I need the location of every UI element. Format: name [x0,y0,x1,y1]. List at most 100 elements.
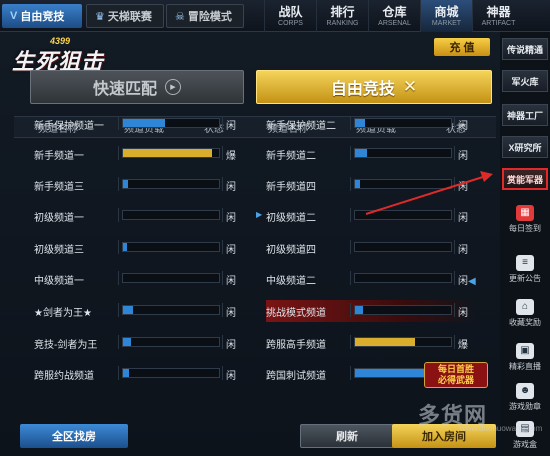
channel-status: 闲 [226,276,236,287]
channel-status: 闲 [226,308,236,319]
nav-corps[interactable]: 战队 CORPS [264,0,316,32]
column-divider [118,335,119,349]
sidebar-tab-legend[interactable]: 传说精通 [502,38,548,60]
column-divider [454,146,455,160]
area-find-room-button[interactable]: 全区找房 [20,424,128,448]
column-divider [454,271,455,285]
nav-arsenal[interactable]: 仓库 ARSENAL [368,0,420,32]
column-divider [222,116,223,130]
channel-status: 闲 [226,371,236,382]
channel-row[interactable]: 挑战模式频道 闲 [266,300,476,322]
channel-row[interactable]: 新手保护频道一 闲 [34,113,244,135]
channel-row[interactable]: 初级频道三 闲 [34,237,244,259]
game-box-button[interactable]: ▤ 游戏盒 [502,416,548,454]
sidebar-tab-artifact-factory[interactable]: 神器工厂 [502,104,548,126]
column-divider [222,271,223,285]
channel-status: 闲 [458,151,468,162]
column-divider [350,116,351,130]
tab-adventure-mode[interactable]: ☠ 冒险模式 [166,4,244,28]
nav-market[interactable]: 商城 MARKET [420,0,472,32]
channel-name: 挑战模式频道 [266,308,326,319]
load-bar-fill [355,306,363,314]
channel-name: 跨服约战频道 [34,371,94,382]
right-sidebar: 传说精通 军火库 神器工厂 X研究所 赏能军器 ▦ 每日签到 ≡ 更新公告 ⌂ … [500,32,550,456]
load-bar [354,148,452,158]
update-notice-button[interactable]: ≡ 更新公告 [502,250,548,288]
load-bar-fill [123,149,213,157]
sidebar-tab-arsenal[interactable]: 军火库 [502,70,548,92]
channel-row[interactable]: 新手保护频道二 闲 [266,113,476,135]
load-bar-fill [355,338,415,346]
column-divider [454,335,455,349]
channel-row[interactable]: 新手频道四 闲 [266,174,476,196]
load-bar-fill [123,369,129,377]
channel-row[interactable]: 初级频道二 闲 [256,205,476,227]
load-bar [122,210,220,220]
trophy-icon: ♛ [95,10,105,23]
channel-name: 初级频道二 [256,209,342,224]
channel-status: 闲 [458,308,468,319]
tab-free-compete[interactable]: V 自由竞技 [2,4,82,28]
channel-row[interactable]: 初级频道一 闲 [34,205,244,227]
load-bar-fill [355,119,365,127]
column-divider [350,240,351,254]
column-divider [454,116,455,130]
channel-row[interactable]: 中级频道一 闲 [34,268,244,290]
load-bar [122,148,220,158]
lobby-panel: 4399 生死狙击 充 值 快速匹配 ▶ 自由竞技 ✕ 频道名称 频道负载 状态… [0,32,500,456]
play-icon: ▶ [165,79,181,95]
channel-name: 竞技-剑者为王 [34,340,98,351]
watermark-url: www.duohuowang.com [460,424,543,433]
tab-ladder-league[interactable]: ♛ 天梯联赛 [86,4,164,28]
load-bar-fill [355,180,360,188]
column-divider [350,146,351,160]
quick-match-button[interactable]: 快速匹配 ▶ [30,70,244,104]
nav-artifact[interactable]: 神器 ARTIFACT [472,0,524,32]
channel-row[interactable]: 新手频道三 闲 [34,174,244,196]
load-bar [354,273,452,283]
game-medal-button[interactable]: ☻ 游戏勋章 [502,378,548,416]
load-bar [354,305,452,315]
channel-status: 爆 [458,340,468,351]
load-bar [122,305,220,315]
column-divider [118,271,119,285]
channel-name: 初级频道三 [34,245,84,256]
load-bar [122,118,220,128]
channel-row[interactable]: 初级频道四 闲 [266,237,476,259]
channel-row[interactable]: 中级频道二 闲 [266,268,476,290]
daily-checkin-button[interactable]: ▦ 每日签到 [502,200,548,238]
v-icon: V [10,10,18,22]
sidebar-tab-x-lab[interactable]: X研究所 [502,136,548,158]
load-bar [122,337,220,347]
recharge-button[interactable]: 充 值 [434,38,490,56]
channel-row[interactable]: 竞技-剑者为王 闲 [34,332,244,354]
channel-name: 中级频道一 [34,276,84,287]
load-bar [122,242,220,252]
refresh-button[interactable]: 刷新 [300,424,394,448]
channel-name: ★剑者为王★ [34,308,92,319]
channel-row[interactable]: 新手频道一 爆 [34,143,244,165]
favorite-reward-button[interactable]: ⌂ 收藏奖励 [502,294,548,332]
channel-row[interactable]: 跨服高手频道 爆 [266,332,476,354]
channel-name: 跨国刺试频道 [266,371,326,382]
channel-status: 爆 [226,151,236,162]
load-bar [354,118,452,128]
free-compete-button[interactable]: 自由竞技 ✕ [256,70,492,104]
column-divider [350,177,351,191]
sidebar-tab-weapon[interactable]: 赏能军器 [502,168,548,190]
live-stream-button[interactable]: ▣ 精彩直播 [502,338,548,376]
channel-status: 闲 [458,213,468,224]
channel-row[interactable]: ★剑者为王★ 闲 [34,300,244,322]
channel-row[interactable]: 跨服约战频道 闲 [34,363,244,385]
daily-first-win-badge: 每日首胜 必得武器 [424,362,488,388]
column-divider [222,303,223,317]
channel-row[interactable]: 新手频道二 闲 [266,143,476,165]
column-divider [118,366,119,380]
column-divider [350,303,351,317]
top-bar: V 自由竞技 ♛ 天梯联赛 ☠ 冒险模式 战队 CORPS 排行 RANKING… [0,0,550,32]
column-divider [118,146,119,160]
main-nav: 战队 CORPS 排行 RANKING 仓库 ARSENAL 商城 MARKET… [264,0,524,32]
nav-ranking[interactable]: 排行 RANKING [316,0,368,32]
column-divider [454,208,455,222]
skull-icon: ☠ [175,10,185,23]
